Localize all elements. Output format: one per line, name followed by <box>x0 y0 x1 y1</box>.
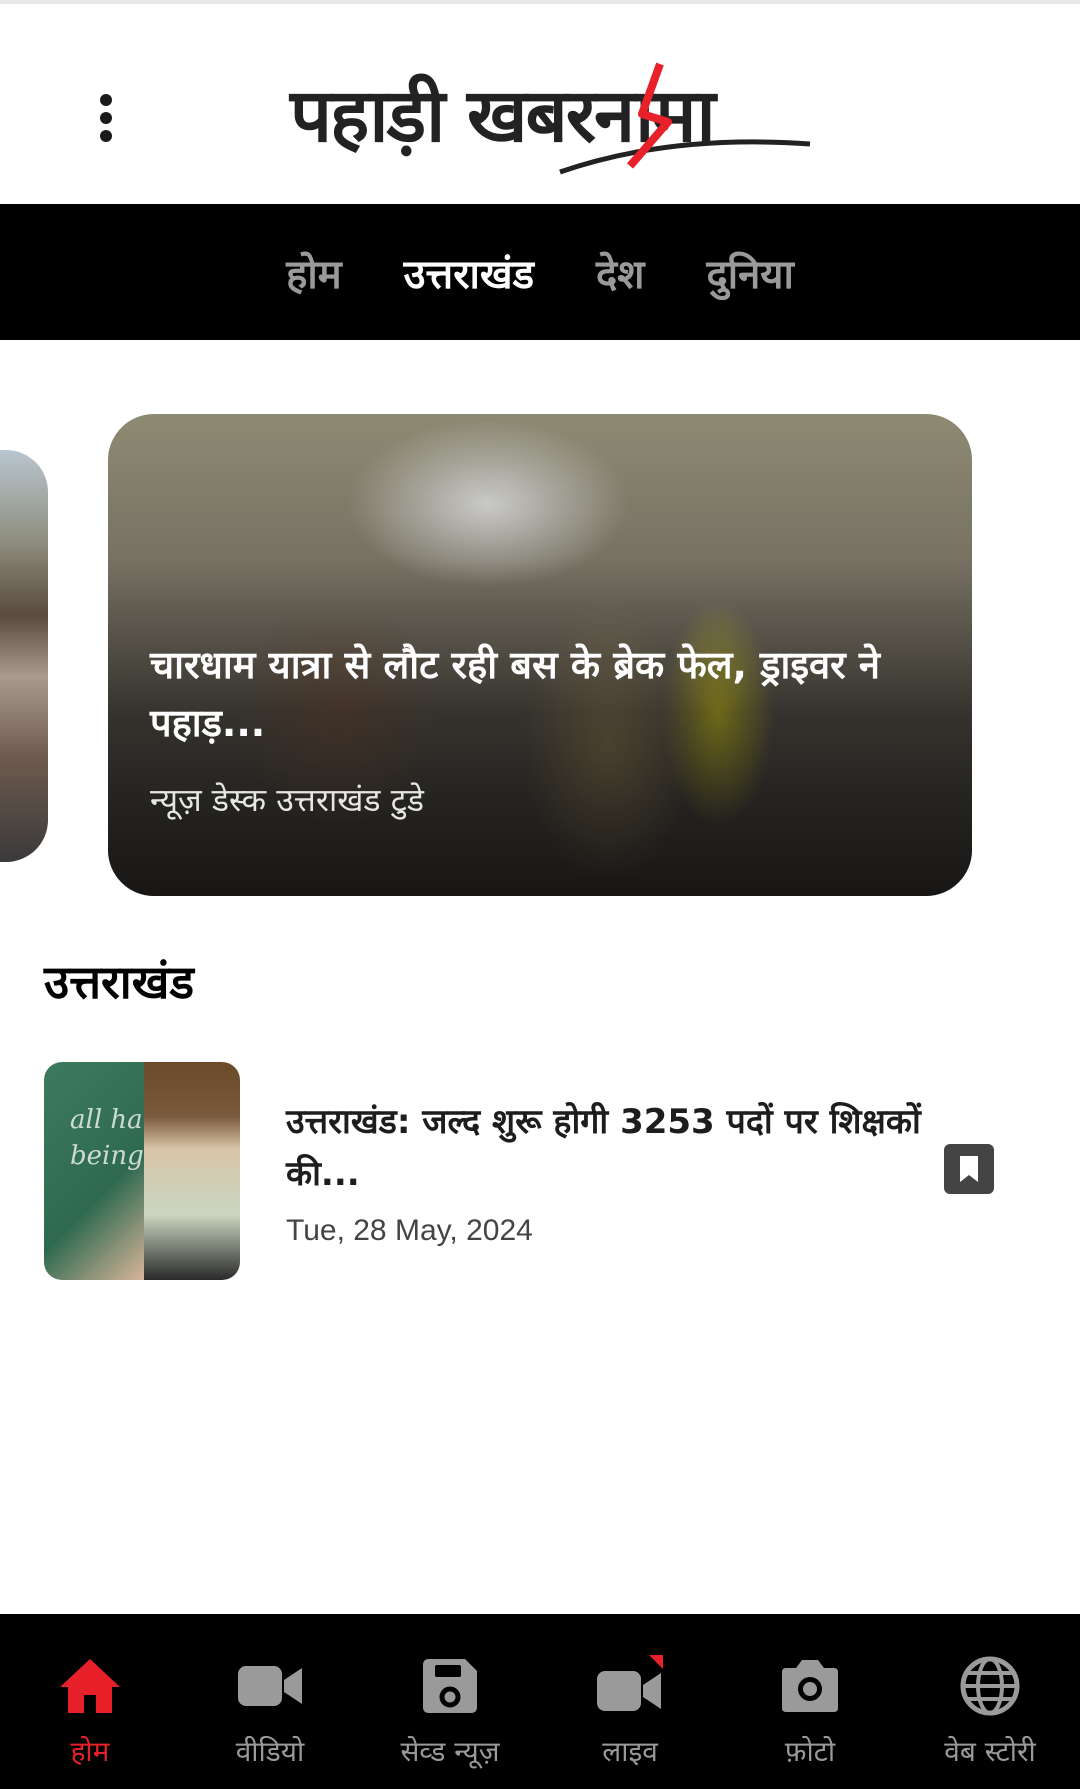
thumbnail-photo <box>144 1062 240 1280</box>
article-date: Tue, 28 May, 2024 <box>286 1214 533 1247</box>
menu-dot <box>100 130 112 142</box>
featured-story-title: चारधाम यात्रा से लौट रही बस के ब्रेक फेल… <box>150 643 880 745</box>
bottom-tab-live[interactable]: लाइव <box>540 1614 720 1789</box>
bottom-tab-label: वेब स्टोरी <box>944 1735 1036 1768</box>
live-icon <box>594 1654 666 1718</box>
save-icon <box>414 1654 486 1718</box>
app-header: पहाड़ी खबरनामा <box>0 4 1080 204</box>
featured-story-author: न्यूज़ डेस्क उत्तराखंड टुडे <box>150 781 424 819</box>
carousel-slide-previous[interactable] <box>0 450 48 862</box>
nav-item-home[interactable]: होम <box>286 245 342 300</box>
home-icon <box>54 1654 126 1718</box>
nav-item-duniya[interactable]: दुनिया <box>707 245 794 300</box>
bottom-tab-video[interactable]: वीडियो <box>180 1614 360 1789</box>
article-thumbnail: all ha being <box>44 1062 240 1280</box>
bottom-tab-label: होम <box>70 1735 110 1768</box>
bottom-tab-label: लाइव <box>602 1735 658 1768</box>
list-item[interactable]: all ha being उत्तराखंड: जल्द शुरू होगी 3… <box>44 1062 1036 1280</box>
bookmark-icon[interactable] <box>944 1144 994 1194</box>
featured-carousel: चारधाम यात्रा से लौट रही बस के ब्रेक फेल… <box>0 412 1080 898</box>
bottom-tab-label: वीडियो <box>235 1735 305 1768</box>
site-logo[interactable]: पहाड़ी खबरनामा <box>290 44 850 184</box>
section-title: उत्तराखंड <box>44 955 194 1009</box>
bottom-tab-saved-news[interactable]: सेव्ड न्यूज़ <box>360 1614 540 1789</box>
article-title: उत्तराखंड: जल्द शुरू होगी 3253 पदों पर श… <box>286 1102 921 1194</box>
camera-icon <box>774 1654 846 1718</box>
bottom-tab-home[interactable]: होम <box>0 1614 180 1789</box>
bottom-tab-label: फ़ोटो <box>784 1735 836 1768</box>
bottom-tab-web-story[interactable]: वेब स्टोरी <box>900 1614 1080 1789</box>
video-icon <box>234 1654 306 1718</box>
thumbnail-blackboard: all ha being <box>44 1062 144 1280</box>
bottom-tab-label: सेव्ड न्यूज़ <box>400 1735 500 1768</box>
bottom-navigation: होम वीडियो सेव्ड न्यूज़ लाइव फ़ोटो वेब स… <box>0 1614 1080 1789</box>
logo-swoosh <box>559 62 811 175</box>
featured-story-card[interactable]: चारधाम यात्रा से लौट रही बस के ब्रेक फेल… <box>108 414 972 896</box>
menu-dot <box>100 94 112 106</box>
category-nav: होम उत्तराखंड देश दुनिया <box>0 204 1080 340</box>
globe-icon <box>954 1654 1026 1718</box>
nav-item-desh[interactable]: देश <box>596 245 644 300</box>
bottom-tab-photo[interactable]: फ़ोटो <box>720 1614 900 1789</box>
nav-item-uttarakhand[interactable]: उत्तराखंड <box>404 245 534 300</box>
menu-dot <box>100 112 112 124</box>
more-menu-button[interactable] <box>88 88 124 148</box>
thumbnail-handwriting: all ha being <box>70 1105 144 1171</box>
